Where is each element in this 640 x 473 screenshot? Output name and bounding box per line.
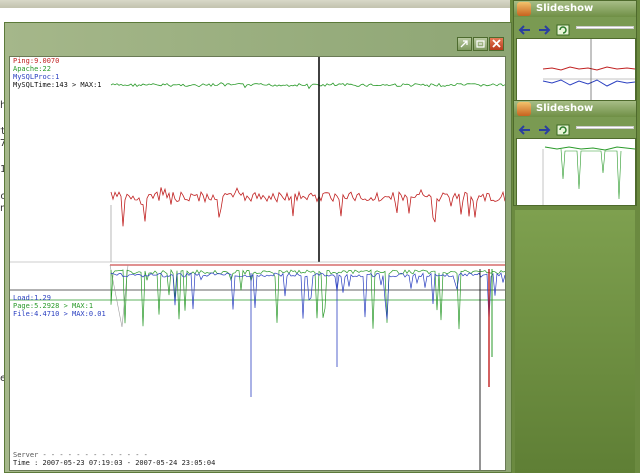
pin-icon bbox=[476, 40, 485, 48]
apache-trace bbox=[110, 82, 505, 90]
forward-arrow-icon[interactable] bbox=[537, 21, 551, 35]
page-trace bbox=[110, 268, 505, 330]
sidebar-panel-area bbox=[515, 210, 635, 473]
graph-canvas bbox=[10, 57, 505, 470]
forward-arrow-icon[interactable] bbox=[537, 121, 551, 135]
panel-titlebar[interactable]: Slideshow bbox=[514, 101, 636, 117]
slideshow-thumbnail[interactable] bbox=[516, 138, 636, 206]
slideshow-thumbnail[interactable] bbox=[516, 38, 636, 104]
panel-titlebar[interactable]: Slideshow bbox=[514, 1, 636, 17]
series-label-mysqlproc: MySQLProc:1 bbox=[13, 73, 60, 81]
refresh-icon[interactable] bbox=[556, 21, 570, 36]
slideshow-panel: Slideshow bbox=[513, 0, 637, 106]
panel-title: Slideshow bbox=[536, 103, 594, 114]
back-arrow-icon[interactable] bbox=[518, 21, 532, 35]
panel-title: Slideshow bbox=[536, 3, 594, 14]
footer-server: Server - - - - - - - - - - - - - bbox=[13, 451, 148, 459]
slideshow-panel: Slideshow bbox=[513, 100, 637, 206]
restore-icon bbox=[460, 40, 468, 48]
series-label-page: Page:5.2928 > MAX:1 bbox=[13, 302, 94, 310]
app-logo-icon bbox=[517, 2, 531, 16]
series-label-apache: Apache:22 bbox=[13, 65, 51, 73]
app-logo-icon bbox=[517, 102, 531, 116]
footer-time-range: Time : 2007-05-23 07:19:03 - 2007-05-24 … bbox=[13, 459, 216, 467]
series-label-load: Load:1.29 bbox=[13, 294, 51, 302]
series-label-ping: Ping:9.0070 bbox=[13, 57, 60, 65]
series-label-file: File:4.4710 > MAX:0.01 bbox=[13, 310, 106, 318]
restore-button[interactable] bbox=[457, 37, 472, 51]
ping-trace bbox=[110, 187, 505, 227]
speed-slider[interactable] bbox=[576, 126, 634, 129]
monitoring-graph: Ping:9.0070 Apache:22 MySQLProc:1 MySQLT… bbox=[9, 56, 506, 471]
pin-button[interactable] bbox=[473, 37, 488, 51]
refresh-icon[interactable] bbox=[556, 121, 570, 136]
close-icon bbox=[492, 39, 501, 48]
series-label-mysqltime: MySQLTime:143 > MAX:1 bbox=[13, 81, 102, 89]
back-arrow-icon[interactable] bbox=[518, 121, 532, 135]
speed-slider[interactable] bbox=[576, 26, 634, 29]
close-button[interactable] bbox=[489, 37, 504, 51]
